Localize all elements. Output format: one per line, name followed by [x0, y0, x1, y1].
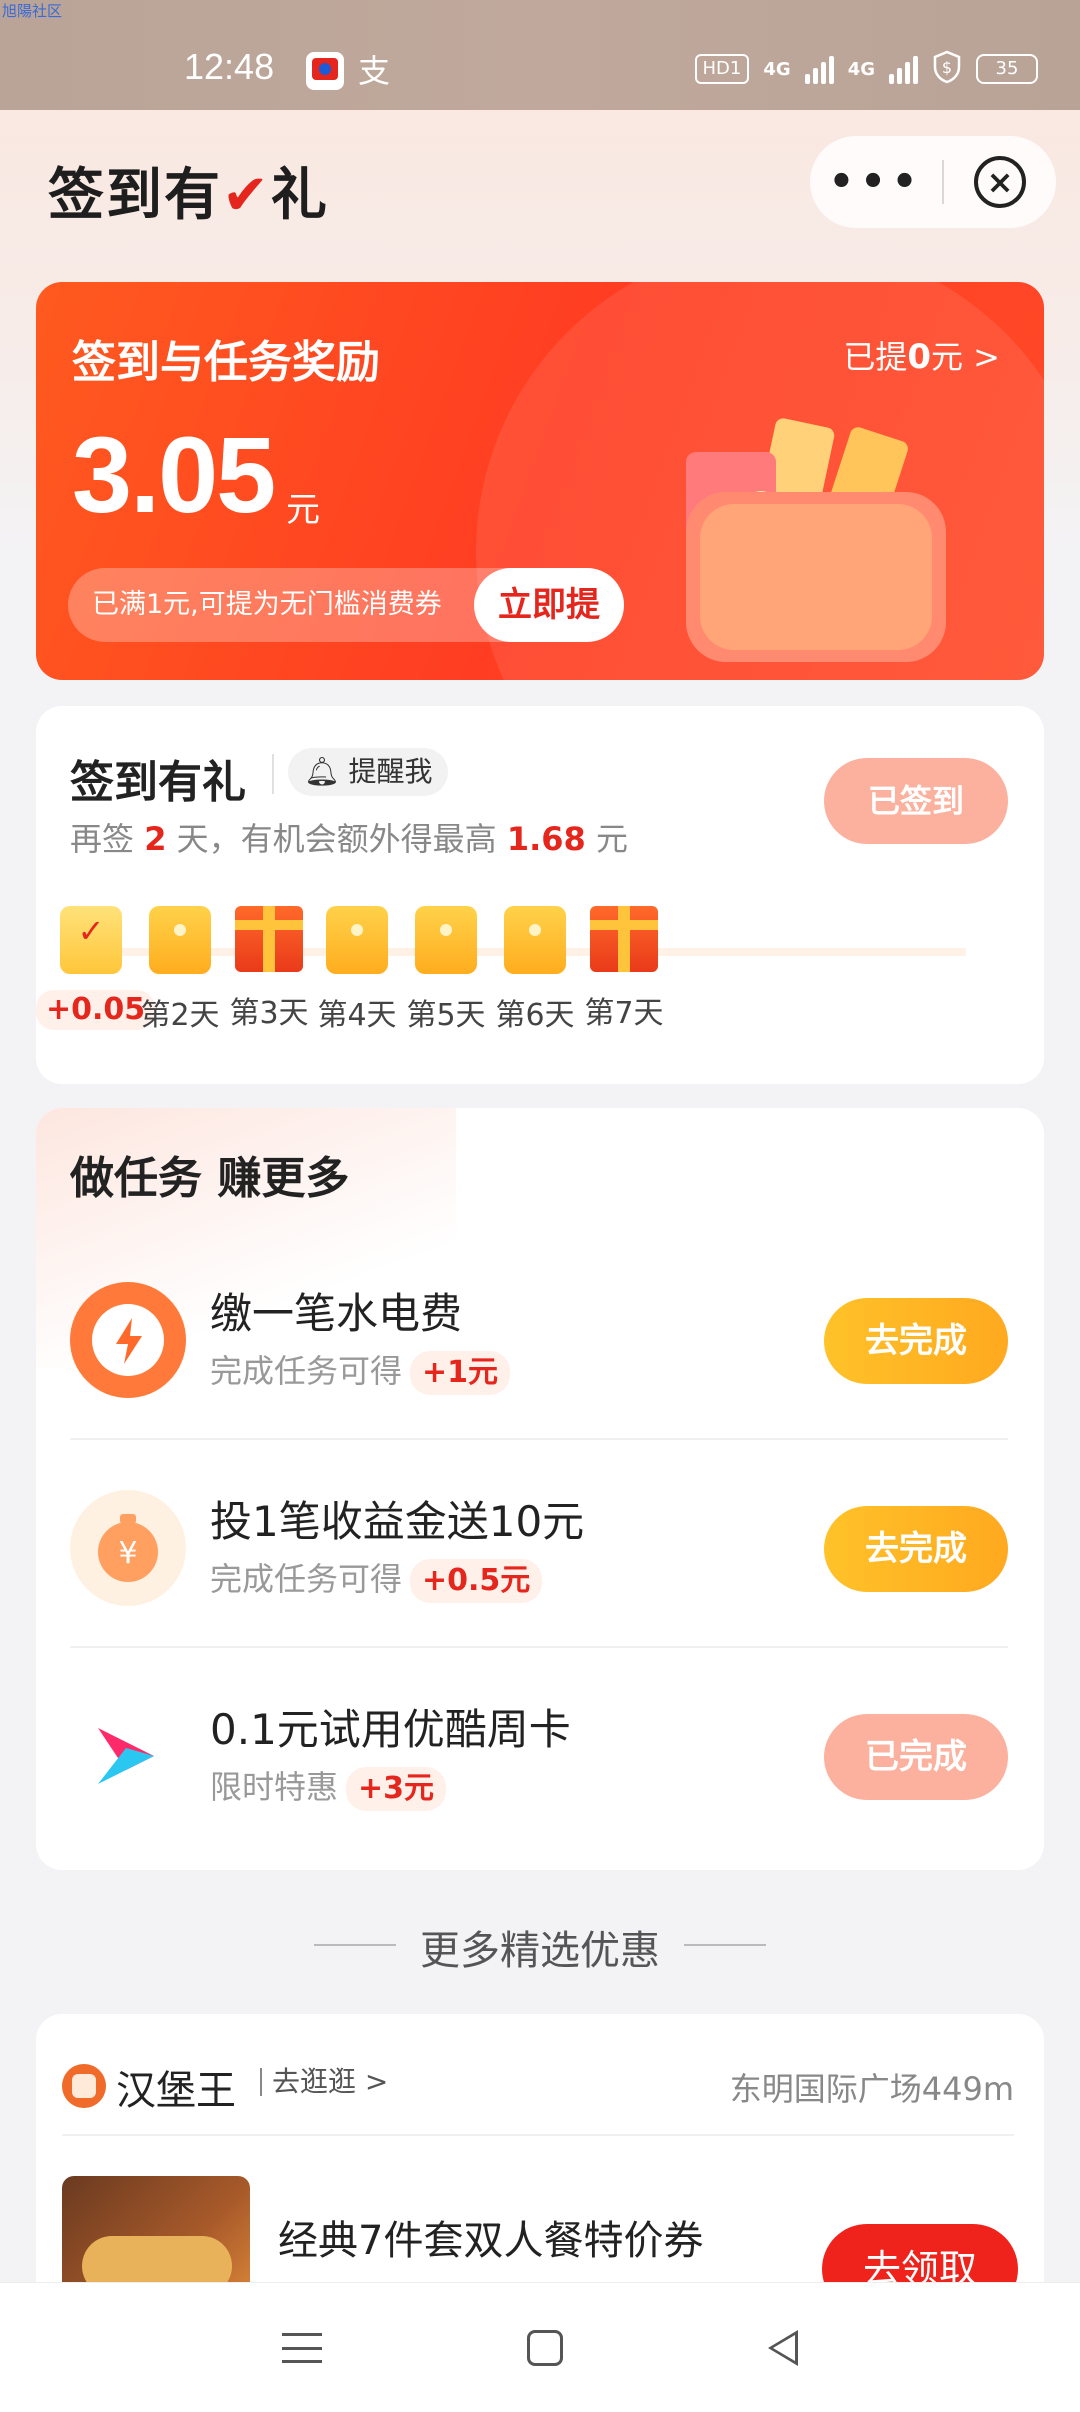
task-desc: 完成任务可得 +0.5元 [210, 1554, 543, 1603]
withdrawn-link[interactable]: 已提0元 > [843, 332, 1000, 378]
svg-text:$: $ [942, 58, 952, 77]
status-bar: 旭陽社区 12:48 支 HD1 4G 4G $ 35 [0, 0, 1080, 110]
store-card: 汉堡王 去逛逛 > 东明国际广场449m 经典7件套双人餐特价券 去领取 [36, 2014, 1044, 2316]
more-menu-button[interactable]: ••• [810, 162, 942, 202]
task-desc: 完成任务可得 +1元 [210, 1346, 511, 1395]
close-button[interactable]: × [944, 156, 1056, 208]
svg-text:¥: ¥ [118, 1536, 137, 1571]
task-desc: 限时特惠 +3元 [210, 1762, 447, 1811]
withdraw-now-button[interactable]: 立即提 [474, 568, 624, 642]
red-envelope-icon [415, 906, 477, 974]
network-label-1: 4G [763, 58, 791, 80]
close-icon: × [974, 156, 1026, 208]
red-envelope-icon [149, 906, 211, 974]
shield-dollar-icon: $ [932, 50, 962, 88]
app-badge-icon [306, 52, 344, 90]
tasks-title: 做任务 赚更多 [70, 1153, 350, 1204]
task-row: 0.1元试用优酷周卡 限时特惠 +3元 已完成 [36, 1648, 1044, 1856]
signal-icon-2 [889, 54, 918, 84]
battery-icon: 35 [976, 54, 1038, 84]
check-mark-icon: ✔ [222, 163, 271, 228]
gift-box-icon [590, 906, 658, 972]
system-nav-bar [0, 2282, 1080, 2412]
more-deals-heading: 更多精选优惠 [0, 1918, 1080, 1976]
task-row: 缴一笔水电费 完成任务可得 +1元 去完成 [36, 1232, 1044, 1440]
checked-envelope-icon: ✓ [60, 906, 122, 974]
remind-me-button[interactable]: 🔔︎ 提醒我 [288, 748, 449, 796]
reward-title: 签到与任务奖励 [72, 337, 380, 388]
network-label-2: 4G [847, 58, 875, 80]
title-divider [272, 754, 274, 794]
reward-unit: 元 [286, 490, 320, 530]
gift-box-icon [235, 906, 303, 972]
task-bonus: +1元 [410, 1351, 511, 1395]
task-bonus: +0.5元 [410, 1559, 543, 1603]
checked-in-button[interactable]: 已签到 [824, 758, 1008, 844]
store-browse-link[interactable]: 去逛逛 > [260, 2068, 388, 2096]
checkin-title: 签到有礼 [70, 757, 246, 808]
home-icon[interactable] [526, 2329, 563, 2366]
store-location: 东明国际广场449m [729, 2070, 1014, 2108]
lightning-icon [70, 1282, 186, 1398]
task-name: 0.1元试用优酷周卡 [210, 1705, 571, 1754]
store-name: 汉堡王 [116, 2068, 236, 2114]
task-name: 投1笔收益金送10元 [210, 1497, 585, 1546]
red-envelope-icon [504, 906, 566, 974]
store-divider [62, 2134, 1014, 2136]
checkin-card: 签到有礼 🔔︎ 提醒我 再签 2 天，有机会额外得最高 1.68 元 已签到 ✓… [36, 706, 1044, 1084]
task-bonus: +3元 [346, 1767, 447, 1811]
yuan-coin-icon: ¥ [70, 1490, 186, 1606]
reward-banner: 签到与任务奖励 已提0元 > 3.05 元 已满1元,可提为无门槛消费券 立即提 [36, 282, 1044, 680]
alipay-icon: 支 [358, 52, 391, 90]
back-icon[interactable] [767, 2329, 798, 2366]
red-envelope-icon [326, 906, 388, 974]
red-wallet-illustration [646, 412, 1006, 672]
day-item[interactable]: 第7天 [569, 906, 679, 1032]
watermark-text: 旭陽社区 [2, 2, 63, 20]
task-row: ¥ 投1笔收益金送10元 完成任务可得 +0.5元 去完成 [36, 1440, 1044, 1648]
youku-play-icon [70, 1698, 186, 1814]
brand-title: 签到有✔礼 [48, 163, 329, 228]
bell-icon: 🔔︎ [304, 755, 340, 788]
hd-badge: HD1 [694, 54, 750, 84]
status-time: 12:48 [184, 46, 275, 87]
reward-amount: 3.05 [72, 414, 276, 535]
mini-app-capsule: ••• × [810, 136, 1056, 228]
store-logo-icon [62, 2064, 106, 2108]
task-name: 缴一笔水电费 [210, 1289, 463, 1338]
task-completed-button[interactable]: 已完成 [824, 1714, 1008, 1800]
app-header: 签到有✔礼 ••• × [0, 110, 1080, 260]
task-complete-button[interactable]: 去完成 [824, 1298, 1008, 1384]
status-indicators: HD1 4G 4G $ 35 [694, 50, 1038, 88]
tasks-card: 做任务 赚更多 缴一笔水电费 完成任务可得 +1元 去完成 ¥ 投1笔收益金送10… [36, 1108, 1044, 1870]
deal-title: 经典7件套双人餐特价券 [278, 2218, 704, 2264]
task-complete-button[interactable]: 去完成 [824, 1506, 1008, 1592]
signal-icon-1 [804, 54, 834, 84]
checkin-subtitle: 再签 2 天，有机会额外得最高 1.68 元 [70, 820, 628, 858]
menu-icon[interactable] [282, 2332, 323, 2363]
